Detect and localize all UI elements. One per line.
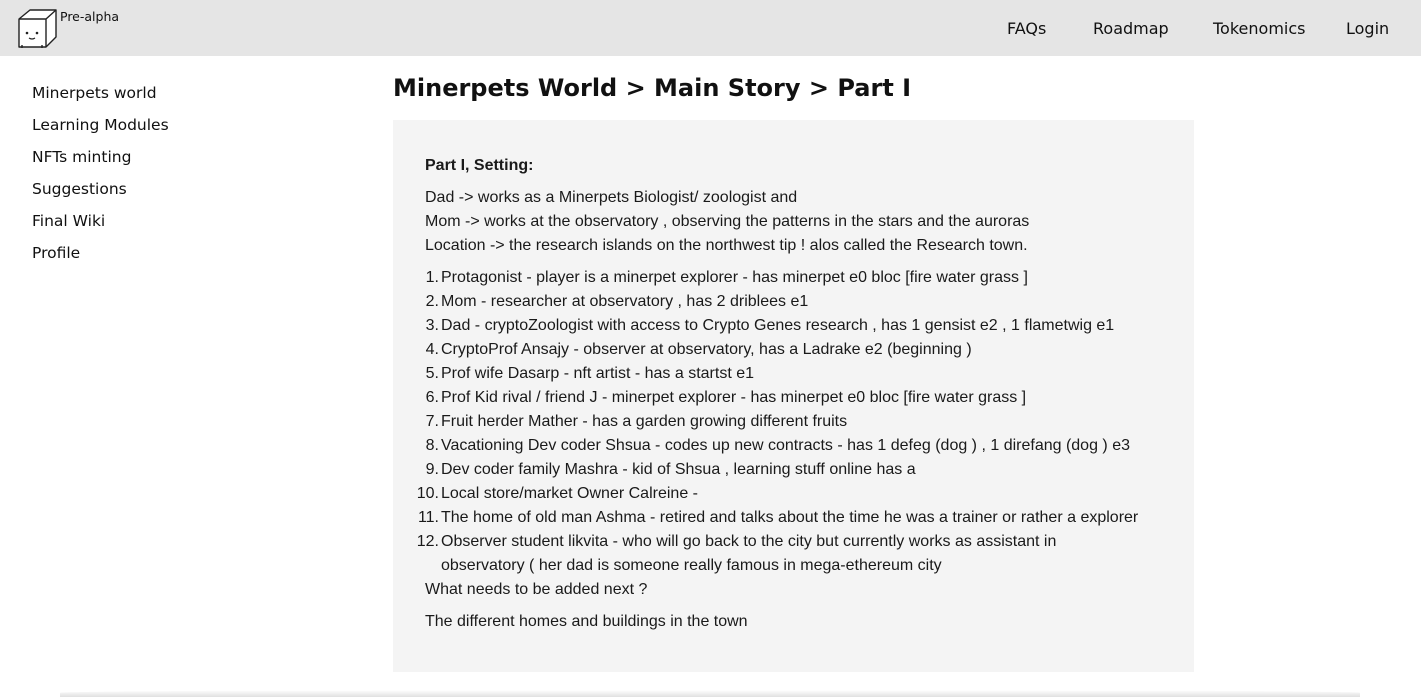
list-item: 11. The home of old man Ashma - retired a… [417,509,1139,526]
setting-line-mom: Mom -> works at the observatory , observ… [425,213,1030,230]
nav-roadmap[interactable]: Roadmap [1093,19,1169,38]
setting-line-dad: Dad -> works as a Minerpets Biologist/ z… [425,189,798,206]
list-item: 3. Dad - cryptoZoologist with access to C… [425,317,1115,334]
section-title: Part I, Setting: [425,157,534,174]
sidebar-item-profile[interactable]: Profile [32,242,169,274]
top-navigation-bar: Pre-alpha FAQs Roadmap Tokenomics Login [0,0,1421,56]
story-content-panel: Part I, Setting: Dad -> works as a Miner… [393,120,1194,672]
bottom-edge-shadow [60,690,1360,697]
list-item: 12. Observer student likvita - who will g… [416,533,1057,574]
sidebar-item-minerpets-world[interactable]: Minerpets world [32,82,169,114]
list-item: 6. Prof Kid rival / friend J - minerpet e… [425,389,1027,406]
nav-login[interactable]: Login [1346,19,1389,38]
breadcrumb: Minerpets World > Main Story > Part I [393,74,912,102]
list-item: 5. Prof wife Dasarp - nft artist - has a … [425,365,754,382]
setting-block: Dad -> works as a Minerpets Biologist/ z… [425,186,1185,258]
logo-label: Pre-alpha [60,9,120,24]
nav-tokenomics[interactable]: Tokenomics [1213,19,1305,38]
list-item: 8. Vacationing Dev coder Shsua - codes up… [425,437,1130,454]
sidebar: Minerpets world Learning Modules NFTs mi… [32,82,169,274]
list-item: 4. CryptoProf Ansajy - observer at observ… [425,341,972,358]
sidebar-item-learning-modules[interactable]: Learning Modules [32,114,169,146]
story-content: Part I, Setting: Dad -> works as a Miner… [416,154,1185,634]
nav-faqs[interactable]: FAQs [1007,19,1046,38]
list-item: 1. Protagonist - player is a minerpet exp… [425,269,1028,286]
sidebar-item-nfts-minting[interactable]: NFTs minting [32,146,169,178]
cube-logo-icon[interactable] [16,7,58,49]
character-list: 1. Protagonist - player is a minerpet exp… [416,266,1185,578]
sidebar-item-final-wiki[interactable]: Final Wiki [32,210,169,242]
list-item: 10. Local store/market Owner Calreine - [416,485,698,502]
sidebar-item-suggestions[interactable]: Suggestions [32,178,169,210]
list-item: 2. Mom - researcher at observatory , has … [425,293,809,310]
list-item: 9. Dev coder family Mashra - kid of Shsua… [425,461,916,478]
list-item: 7. Fruit herder Mather - has a garden gro… [425,413,848,430]
next-question: What needs to be added next ? [425,581,648,598]
setting-line-location: Location -> the research islands on the … [425,237,1028,254]
next-answer: The different homes and buildings in the… [425,613,748,630]
